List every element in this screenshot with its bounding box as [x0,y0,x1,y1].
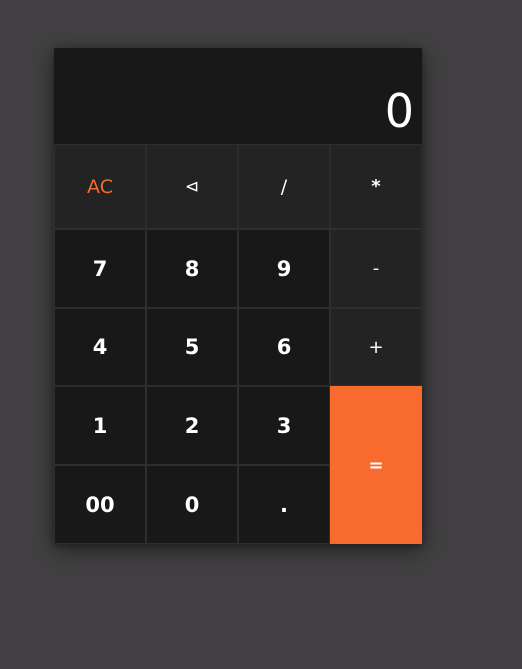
display-value: 0 [384,84,414,138]
digit-6-button[interactable]: 6 [238,308,330,386]
divide-button[interactable]: / [238,144,330,229]
backspace-button[interactable]: ⊲ [146,144,238,229]
digit-5-button[interactable]: 5 [146,308,238,386]
clear-button[interactable]: AC [54,144,146,229]
digit-7-button[interactable]: 7 [54,229,146,308]
digit-2-button[interactable]: 2 [146,386,238,465]
multiply-button[interactable]: * [330,144,422,229]
digit-0-button[interactable]: 0 [146,465,238,544]
double-zero-button[interactable]: 00 [54,465,146,544]
digit-8-button[interactable]: 8 [146,229,238,308]
equals-button[interactable]: = [330,386,422,544]
digit-3-button[interactable]: 3 [238,386,330,465]
subtract-button[interactable]: - [330,229,422,308]
display: 0 [54,48,422,144]
calculator: 0 AC ⊲ / * 7 8 9 - 4 5 6 + 1 2 3 = 00 0 … [54,48,422,544]
digit-4-button[interactable]: 4 [54,308,146,386]
digit-1-button[interactable]: 1 [54,386,146,465]
digit-9-button[interactable]: 9 [238,229,330,308]
decimal-button[interactable]: . [238,465,330,544]
backspace-icon: ⊲ [184,176,200,197]
add-button[interactable]: + [330,308,422,386]
